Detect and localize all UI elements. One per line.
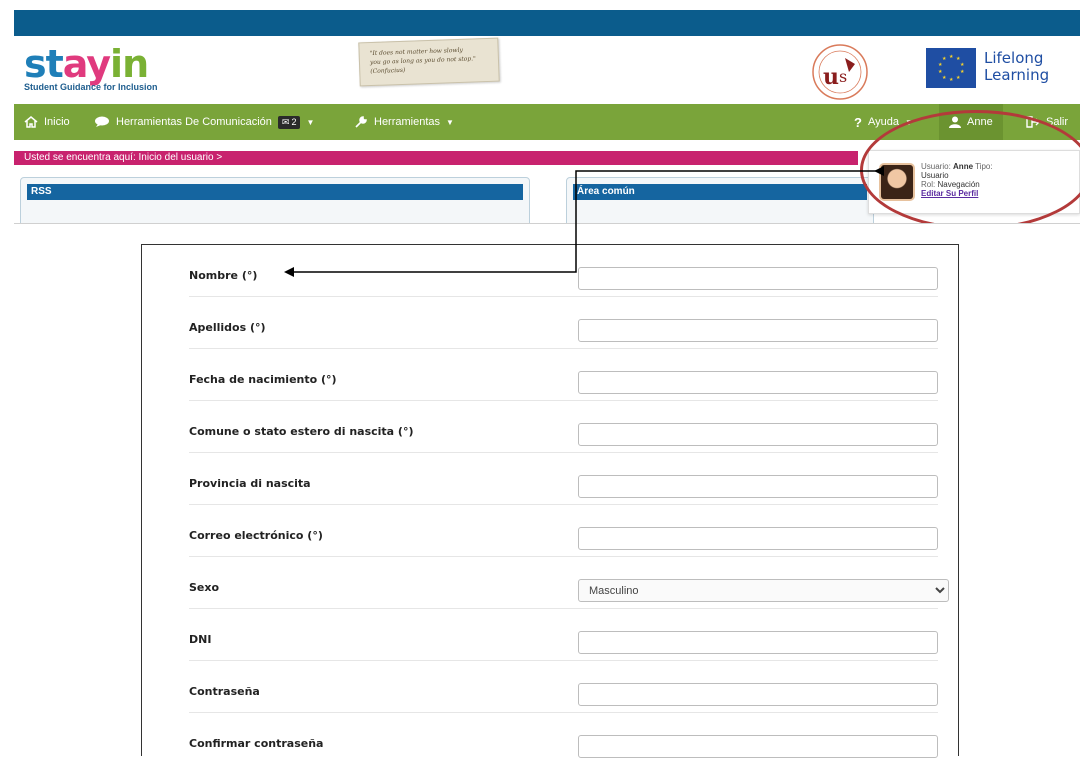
sexo-label: Sexo [189,581,220,594]
comune-input[interactable] [578,423,938,446]
correo-input[interactable] [578,527,938,550]
nav-inicio-label: Inicio [44,116,70,128]
apellidos-input[interactable] [578,319,938,342]
rss-panel: RSS [20,177,530,223]
contrasena-input[interactable] [578,683,938,706]
form-row-fecha: Fecha de nacimiento (°) [142,349,958,401]
nombre-input[interactable] [578,267,938,290]
form-row-dni: DNI [142,609,958,661]
logo-part-1: st [24,42,64,86]
eu-label-line-2: Learning [984,66,1050,84]
top-band [14,10,1080,36]
app-screenshot: stayin Student Guidance for Inclusion "I… [14,10,1080,224]
profile-form: Nombre (°) Apellidos (°) Fecha de nacimi… [141,244,959,758]
help-icon: ? [854,114,862,130]
university-seal-icon: u s [812,44,868,100]
wrench-icon [355,116,367,128]
confirmar-contrasena-label: Confirmar contraseña [189,737,324,750]
chevron-down-icon: ▼ [306,117,315,127]
provincia-input[interactable] [578,475,938,498]
envelope-icon: ✉ [281,116,290,127]
rss-panel-title: RSS [27,184,523,200]
form-row-confirmar: Confirmar contraseña [142,713,958,765]
chat-bubble-icon [95,116,109,127]
contrasena-label: Contraseña [189,685,260,698]
svg-text:u: u [823,64,839,90]
home-icon [24,116,38,128]
fecha-nacimiento-label: Fecha de nacimiento (°) [189,373,337,386]
svg-text:s: s [839,67,847,86]
confirmar-contrasena-input[interactable] [578,735,938,758]
dni-input[interactable] [578,631,938,654]
nombre-label: Nombre (°) [189,269,258,282]
nav-herramientas[interactable]: Herramientas ▼ [354,104,454,140]
correo-label: Correo electrónico (°) [189,529,323,542]
eu-flag-icon: ★ ★ ★ ★ ★ ★ ★ ★ ★ ★ [926,48,976,88]
form-row-provincia: Provincia di nascita [142,453,958,505]
stayin-logo[interactable]: stayin Student Guidance for Inclusion [24,44,164,98]
nav-inicio[interactable]: Inicio [24,104,70,140]
highlight-oval [860,110,1080,223]
eu-program-name: Lifelong Learning [984,50,1049,84]
breadcrumb: Usted se encuentra aquí: Inicio del usua… [14,151,858,165]
dni-label: DNI [189,633,212,646]
form-row-apellidos: Apellidos (°) [142,297,958,349]
logo-subtitle: Student Guidance for Inclusion [24,82,158,92]
provincia-label: Provincia di nascita [189,477,311,490]
logo-wordmark: stayin [24,44,164,84]
nav-herramientas-label: Herramientas [374,116,441,128]
form-row-contrasena: Contraseña [142,661,958,713]
logo-part-3: in [110,42,149,86]
mail-count-badge[interactable]: ✉ 2 [277,115,301,129]
mail-count: 2 [291,117,297,127]
form-row-nombre: Nombre (°) [142,245,958,297]
site-header: stayin Student Guidance for Inclusion "I… [14,36,1080,104]
lifelong-learning-logo: ★ ★ ★ ★ ★ ★ ★ ★ ★ ★ Lifelong Learning [926,48,1076,92]
eu-label-line-1: Lifelong [984,49,1044,67]
fecha-nacimiento-input[interactable] [578,371,938,394]
nav-comunicacion-label: Herramientas De Comunicación [116,116,272,128]
quote-card: "It does not matter how slowly you go as… [358,37,500,87]
apellidos-label: Apellidos (°) [189,321,266,334]
quote-line-2: you go as long as you do not stop." (Con… [369,55,476,76]
chevron-down-icon: ▼ [446,117,454,127]
form-row-sexo: Sexo Masculino [142,557,958,609]
form-row-correo: Correo electrónico (°) [142,505,958,557]
comune-label: Comune o stato estero di nascita (°) [189,425,414,438]
sexo-select[interactable]: Masculino [578,579,949,602]
logo-part-2: ay [62,42,111,86]
area-comun-panel-title: Área común [573,184,867,200]
nav-comunicacion[interactable]: Herramientas De Comunicación ✉ 2 ▼ [94,104,314,140]
form-row-comune: Comune o stato estero di nascita (°) [142,401,958,453]
area-comun-panel: Área común [566,177,874,223]
